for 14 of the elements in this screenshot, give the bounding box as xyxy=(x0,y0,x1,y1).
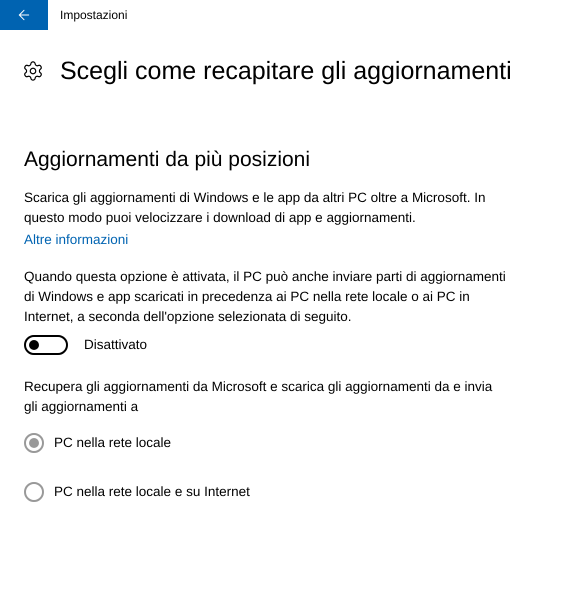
toggle-switch[interactable] xyxy=(24,335,68,356)
section-heading: Aggiornamenti da più posizioni xyxy=(24,147,312,173)
options-description-text: Recupera gli aggiornamenti da Microsoft e scarica gli aggiornamenti da e invia gli aggiornamenti a xyxy=(24,378,494,416)
description-text: Scarica gli aggiornamenti di Windows e le app da altri PC oltre a Microsoft. In questo modo puoi velocizzare i download di app e aggiornamenti. xyxy=(24,189,486,227)
radio-option[interactable]: PC nella rete locale xyxy=(24,433,516,454)
toggle-label: Disattivato xyxy=(84,336,148,354)
more-info-link[interactable]: Altre informazioni xyxy=(24,232,128,247)
radio-button[interactable] xyxy=(24,433,44,454)
radio-option[interactable]: PC nella rete locale e su Internet xyxy=(24,482,516,502)
settings-icon xyxy=(22,60,44,82)
window-title: Impostazioni xyxy=(60,7,128,24)
radio-button[interactable] xyxy=(24,482,44,502)
page-title: Scegli come recapitare gli aggiornamenti xyxy=(60,56,512,86)
toggle-description-text: Quando questa opzione è attivata, il PC può anche inviare parti di aggiornamenti di Windows e app scaricati in precedenza ai PC nella rete locale o ai PC in Internet, a seconda dell'opzione selezionata di seguito. xyxy=(24,268,507,326)
